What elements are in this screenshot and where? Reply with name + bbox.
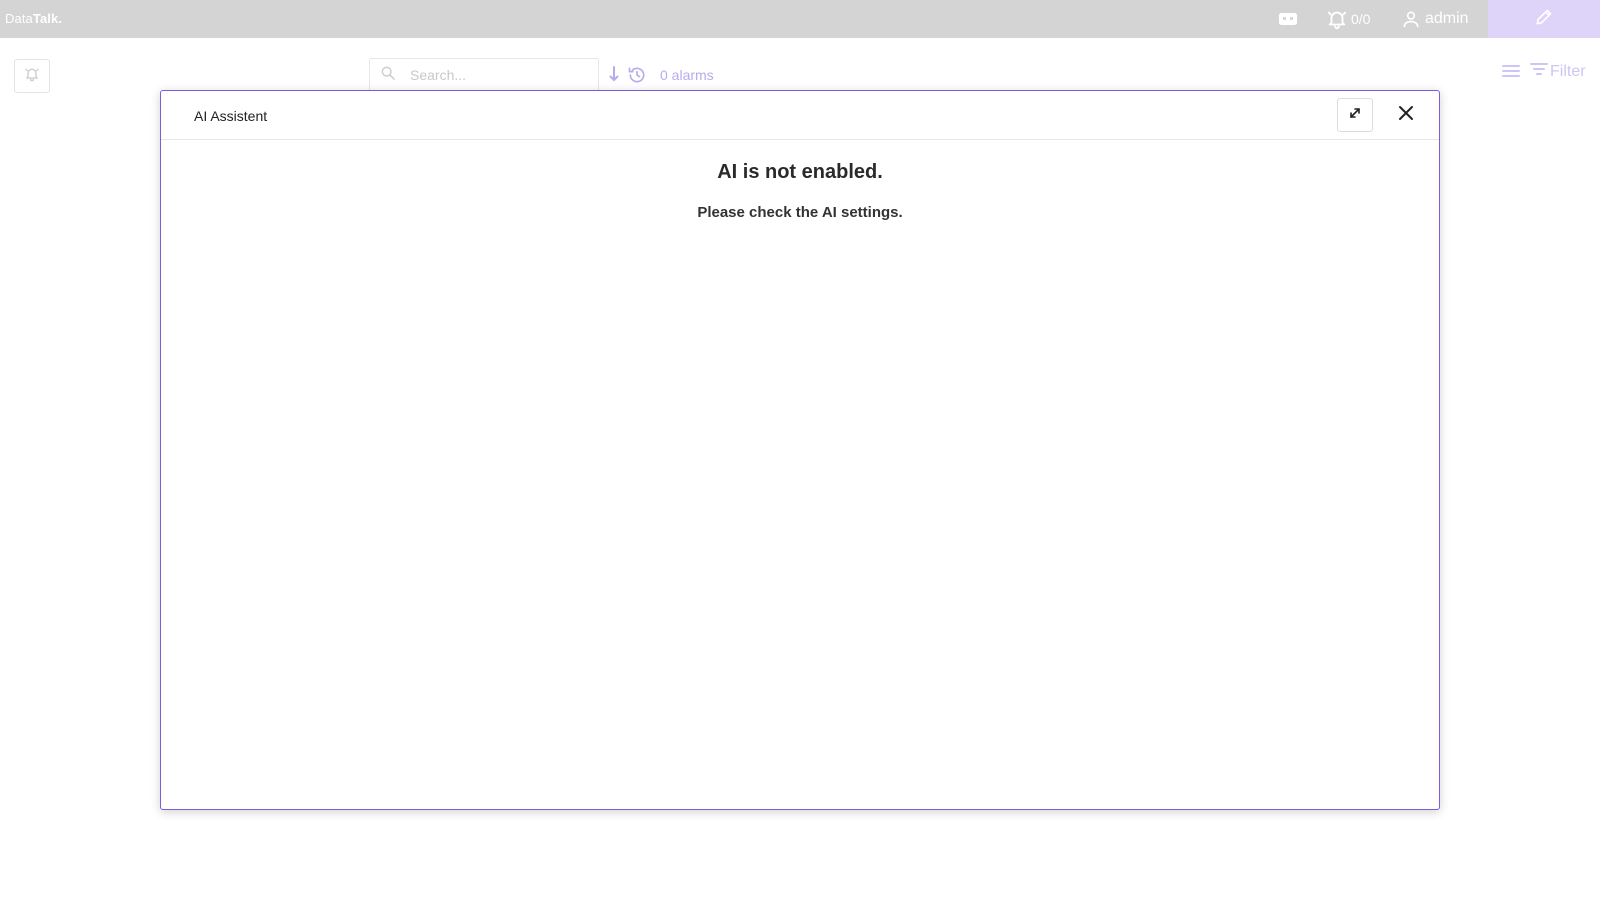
app-logo[interactable]: DataTalk.	[5, 11, 62, 26]
alarm-settings-button[interactable]	[14, 59, 50, 93]
history-icon[interactable]	[627, 65, 647, 90]
user-menu-button[interactable]: admin	[1401, 0, 1469, 38]
menu-icon[interactable]	[1502, 64, 1520, 83]
dialog-body: AI is not enabled. Please check the AI s…	[161, 141, 1439, 221]
ai-assistant-dialog: AI Assistent AI is not enabled. Please c…	[160, 90, 1440, 810]
filter-icon	[1530, 62, 1548, 81]
search-box[interactable]	[369, 58, 599, 92]
top-bar: DataTalk. 0/0 admin	[0, 0, 1600, 38]
pencil-icon	[1534, 7, 1554, 32]
username-label: admin	[1425, 10, 1469, 27]
filter-label: Filter	[1550, 62, 1586, 80]
logo-text-strong: Talk.	[32, 11, 63, 26]
edit-button[interactable]	[1488, 0, 1600, 38]
ai-settings-message: Please check the AI settings.	[697, 204, 903, 221]
alarm-notifications-button[interactable]: 0/0	[1326, 0, 1370, 38]
expand-button[interactable]	[1337, 98, 1373, 132]
user-icon	[1401, 9, 1421, 29]
search-input[interactable]	[410, 67, 580, 83]
alarm-counter: 0/0	[1351, 11, 1371, 27]
ai-disabled-heading: AI is not enabled.	[717, 161, 883, 183]
sort-arrow-down-icon[interactable]	[609, 66, 619, 87]
ai-assistant-button[interactable]	[1278, 0, 1298, 38]
filter-button[interactable]: Filter	[1530, 62, 1586, 81]
logo-text-light: Data	[5, 11, 33, 26]
bell-icon	[1326, 8, 1348, 30]
expand-icon	[1348, 106, 1362, 125]
close-button[interactable]	[1391, 100, 1421, 130]
dialog-title: AI Assistent	[194, 108, 268, 124]
bell-icon	[24, 66, 40, 87]
dialog-header: AI Assistent	[161, 91, 1439, 140]
close-icon	[1398, 105, 1414, 126]
robot-icon	[1278, 11, 1298, 27]
alarms-toolbar: 0 alarms Filter	[0, 38, 1600, 93]
search-icon	[370, 65, 396, 86]
alarm-count-label: 0 alarms	[660, 67, 714, 83]
